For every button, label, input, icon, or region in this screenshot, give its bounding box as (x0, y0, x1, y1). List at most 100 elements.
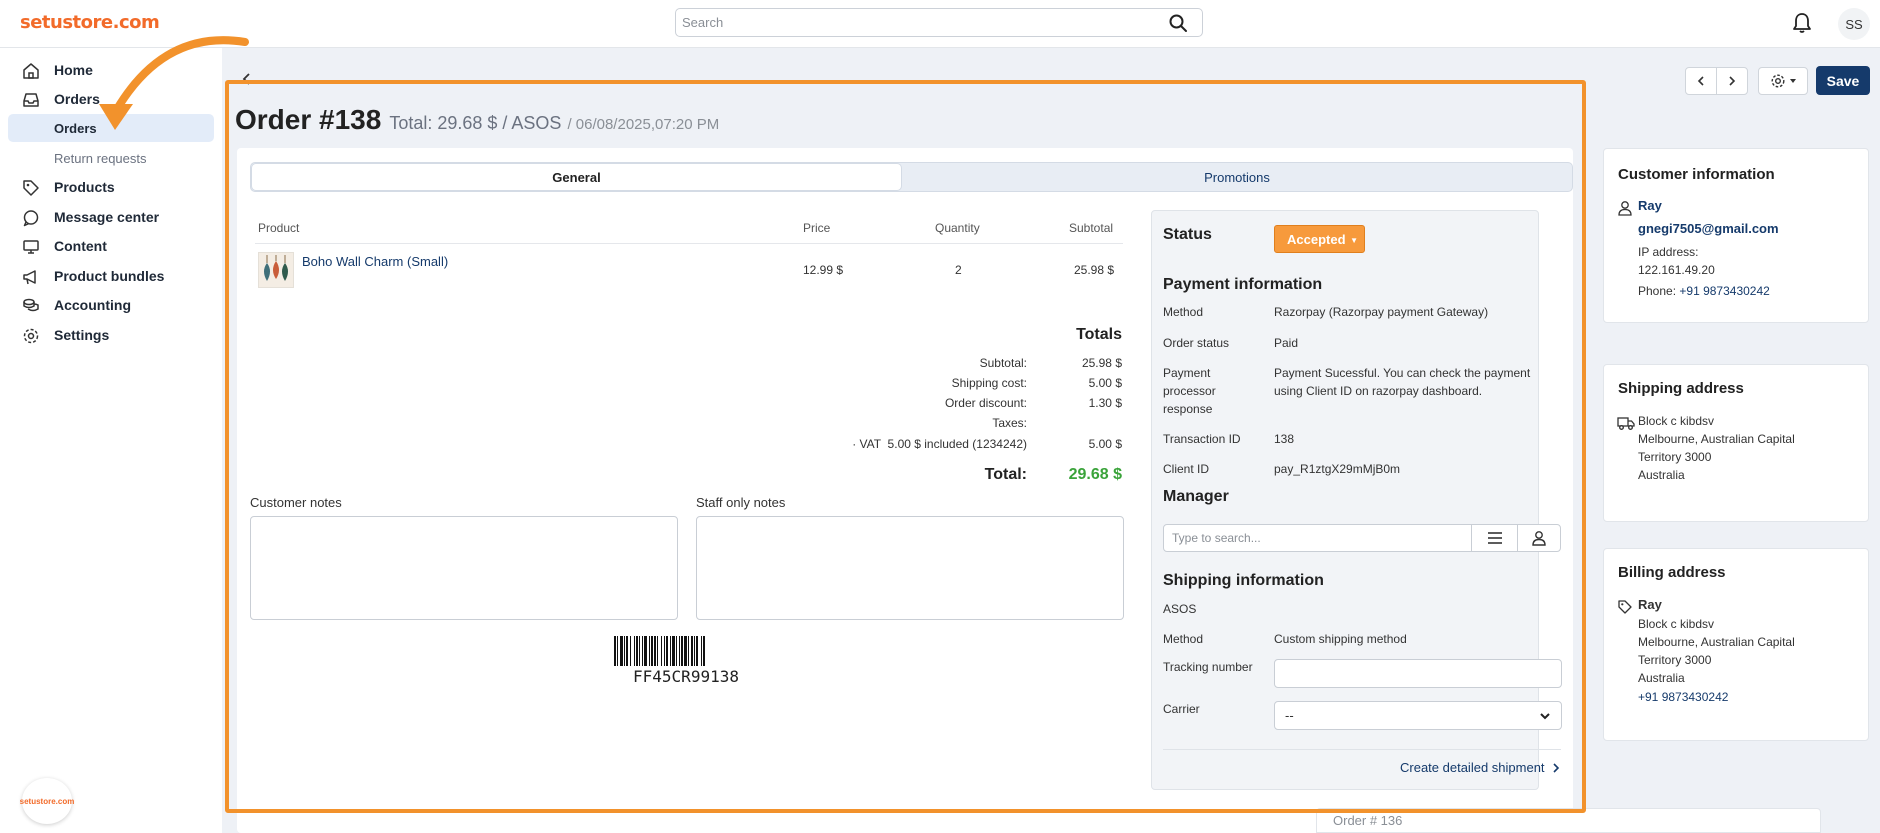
sidebar-item-product-bundles[interactable]: Product bundles (0, 262, 222, 290)
table-header-divider (255, 243, 1123, 244)
chevron-left-icon (1697, 76, 1704, 86)
barcode-bar (634, 636, 635, 666)
sidebar-item-orders[interactable]: Orders (0, 85, 222, 113)
carrier-value: -- (1285, 708, 1294, 723)
barcode-bar (626, 636, 628, 666)
home-icon (23, 63, 39, 79)
order-total-text: Total: 29.68 $ / ASOS (389, 113, 562, 133)
caret-down-icon (1789, 79, 1796, 83)
billing-address-line: Melbourne, Australian Capital (1638, 635, 1795, 649)
logo[interactable]: setustore.com (20, 9, 160, 35)
sidebar-item-accounting[interactable]: Accounting (0, 291, 222, 319)
barcode-bar (696, 636, 698, 666)
payment-heading: Payment information (1163, 276, 1323, 293)
manager-list-button[interactable] (1471, 524, 1518, 552)
product-name-link[interactable]: Boho Wall Charm (Small) (302, 254, 448, 269)
staff-notes-textarea[interactable] (696, 516, 1124, 620)
product-subtotal: 25.98 $ (1074, 263, 1115, 277)
avatar[interactable]: SS (1838, 8, 1870, 40)
vat-label: · VAT 5.00 $ included (1234242) (852, 437, 1027, 451)
totals-heading: Totals (1076, 326, 1122, 343)
next-button[interactable] (1716, 67, 1748, 95)
shipping-address-line: Australia (1638, 468, 1685, 482)
customer-email-link[interactable]: gnegi7505@gmail.com (1638, 220, 1779, 238)
order-title: Order #138 (235, 104, 382, 135)
status-dropdown[interactable]: Accepted ▼ (1274, 225, 1365, 253)
tracking-number-input[interactable] (1274, 659, 1562, 688)
user-icon (1532, 531, 1546, 546)
inbox-icon (23, 93, 39, 107)
search-box[interactable] (675, 8, 1203, 37)
sidebar-item-label: Product bundles (54, 268, 165, 284)
sidebar-item-label: Message center (54, 209, 160, 225)
barcode-bar (691, 636, 693, 666)
user-icon (1618, 201, 1632, 216)
sidebar-item-label: Content (54, 238, 107, 254)
barcode-bar (666, 636, 668, 666)
shipping-company: ASOS (1163, 602, 1197, 616)
ip-label: IP address: (1638, 245, 1699, 259)
back-icon[interactable] (240, 72, 254, 86)
tag-icon (23, 180, 39, 196)
billing-phone-link[interactable]: +91 9873430242 (1638, 688, 1728, 706)
sidebar-item-label: Home (54, 62, 93, 78)
sidebar-subitem-orders[interactable]: Orders (8, 114, 214, 142)
sidebar-item-content[interactable]: Content (0, 232, 222, 260)
payment-value: pay_R1ztgX29mMjB0m (1274, 462, 1401, 476)
barcode-bar (670, 636, 671, 666)
chevron-right-icon (1552, 762, 1559, 773)
sidebar-item-label: Return requests (54, 150, 147, 166)
payment-key: Client ID (1163, 462, 1210, 476)
payment-value: Payment Sucessful. You can check the pay… (1274, 366, 1531, 398)
grand-total-value: 29.68 $ (1068, 466, 1122, 483)
customer-notes-textarea[interactable] (250, 516, 678, 620)
sidebar-item-home[interactable]: Home (0, 56, 222, 84)
billing-address-line: Territory 3000 (1638, 653, 1712, 667)
subtotal-label: Subtotal: (979, 356, 1027, 370)
save-button[interactable]: Save (1816, 66, 1870, 95)
shipping-cost-label: Shipping cost: (951, 376, 1027, 390)
create-shipment-label: Create detailed shipment (1400, 760, 1545, 775)
sidebar-item-products[interactable]: Products (0, 173, 222, 201)
sidebar-item-label: Accounting (54, 297, 131, 313)
sidebar-subitem-return-requests[interactable]: Return requests (8, 144, 214, 172)
tab-general[interactable]: General (252, 164, 901, 190)
sidebar-item-settings[interactable]: Settings (0, 321, 222, 349)
status-value: Accepted (1287, 231, 1346, 247)
search-icon[interactable] (1168, 13, 1188, 33)
shipping-info-heading: Shipping information (1163, 572, 1324, 589)
chevron-down-icon (1540, 713, 1550, 720)
barcode-bar (624, 636, 625, 666)
prev-button[interactable] (1685, 67, 1717, 95)
order-list-row[interactable]: Order # 136 (1316, 808, 1821, 833)
vat-value: 5.00 $ (1088, 437, 1122, 451)
shipping-address-heading: Shipping address (1618, 380, 1744, 397)
bottom-logo[interactable]: setustore.com (20, 778, 74, 824)
bell-icon[interactable] (1792, 12, 1812, 34)
search-input[interactable] (676, 9, 1156, 36)
carrier-select[interactable]: -- (1274, 701, 1562, 730)
barcode-text: FF45CR99138 (633, 667, 739, 686)
taxes-label: Taxes: (992, 416, 1027, 430)
product-quantity: 2 (955, 263, 962, 277)
customer-name-link[interactable]: Ray (1638, 197, 1662, 215)
barcode-bar (694, 636, 695, 666)
settings-dropdown-button[interactable] (1758, 67, 1808, 95)
billing-address-heading: Billing address (1618, 564, 1726, 581)
menu-icon (1487, 532, 1502, 544)
coins-icon (23, 298, 39, 312)
manager-user-button[interactable] (1517, 524, 1561, 552)
top-bar: setustore.com SS (0, 0, 1880, 48)
barcode-bar (664, 636, 665, 666)
sidebar-item-message-center[interactable]: Message center (0, 203, 222, 231)
create-shipment-link[interactable]: Create detailed shipment (1400, 760, 1561, 775)
truck-icon (1617, 417, 1635, 430)
product-thumbnail[interactable] (258, 252, 294, 288)
tab-promotions[interactable]: Promotions (902, 164, 1572, 190)
manager-search-input[interactable] (1163, 524, 1472, 552)
barcode-bar (636, 636, 638, 666)
phone-link[interactable]: +91 9873430242 (1679, 284, 1769, 298)
order-list-row-text: Order # 136 (1333, 813, 1403, 828)
subtotal-value: 25.98 $ (1081, 356, 1122, 370)
sidebar-item-label: Products (54, 179, 115, 195)
